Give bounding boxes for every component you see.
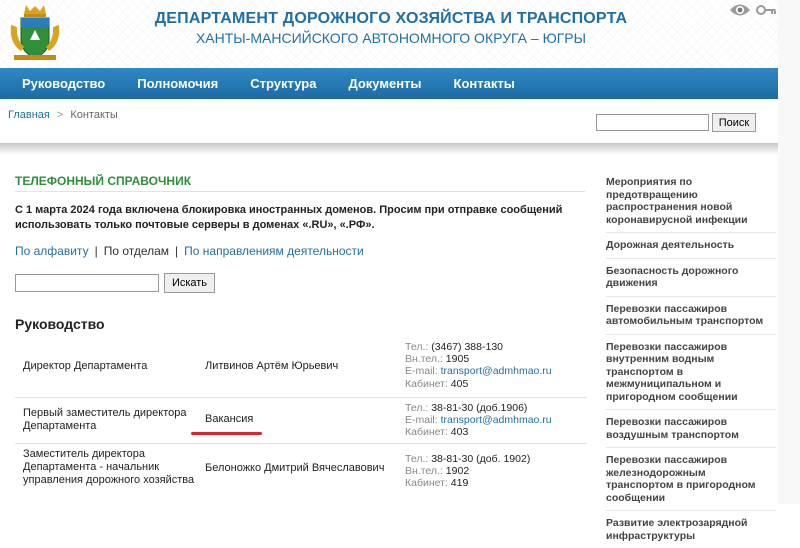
vacancy-underline [191,432,262,435]
site-subtitle: ХАНТЫ-МАНСИЙСКОГО АВТОНОМНОГО ОКРУГА – Ю… [195,30,587,46]
phone-label: Тел.: [405,453,429,465]
breadcrumb-home[interactable]: Главная [8,109,50,121]
row-position: Директор Департамента [23,360,148,372]
tab-directions[interactable]: По направлениям деятельности [184,244,364,258]
nav-item-documents[interactable]: Документы [332,68,437,99]
scrollbar-track[interactable] [778,0,800,504]
header-divider [0,143,778,155]
sidebar-item-ev-charging[interactable]: Развитие электрозарядной инфраструктуры [606,517,776,542]
key-icon[interactable] [756,4,776,16]
sidebar-divider [606,257,776,259]
email-label: E-mail: [405,414,438,427]
sidebar-divider [606,333,776,335]
ext-label: Вн.тел.: [405,465,443,478]
sidebar-item-rail-transport[interactable]: Перевозки пассажиров железнодорожным тра… [606,454,776,504]
sidebar-divider [606,447,776,448]
phonebook-search-input[interactable] [15,274,159,292]
cabinet-label: Кабинет: [405,477,448,490]
notice-text: С 1 марта 2024 года включена блокировка … [15,204,563,231]
phone-label: Тел.: [405,402,429,414]
phonebook-search-button[interactable]: Искать [164,273,215,293]
ext-value: 1905 [445,353,470,366]
tab-separator: | [94,244,98,258]
sidebar-item-water-transport[interactable]: Перевозки пассажиров внутренним водным т… [606,341,776,404]
section-title: ТЕЛЕФОННЫЙ СПРАВОЧНИК [15,174,192,188]
sub-bar: Главная > Контакты Поиск [0,99,778,143]
row-name-vacancy: Вакансия [205,413,254,425]
breadcrumb-current: Контакты [70,109,118,121]
sidebar-item-covid[interactable]: Мероприятия по предотвращению распростра… [606,176,776,226]
row-contacts: Тел.: 38-81-30 (доб. 1902) Вн.тел.: 1902… [405,453,530,490]
row-position: Заместитель директора Департамента - нач… [23,448,195,486]
sidebar: Мероприятия по предотвращению распростра… [606,176,776,548]
ext-value: 1902 [445,465,470,478]
table-row: Заместитель директора Департамента - нач… [15,444,587,504]
sidebar-divider [606,295,776,297]
sidebar-divider [606,510,776,511]
phonebook-section: ТЕЛЕФОННЫЙ СПРАВОЧНИК [15,174,585,188]
view-tabs: По алфавиту | По отделам | По направлениям д… [15,244,364,258]
ext-label: Вн.тел.: [405,353,443,366]
nav-item-contacts[interactable]: Контакты [438,68,531,99]
table-row: Директор Департамента Литвинов Артём Юрь… [15,338,587,398]
nav-item-structure[interactable]: Структура [234,68,332,99]
sidebar-item-auto-transport[interactable]: Перевозки пассажиров автомобильным транс… [606,303,776,328]
table-row: Первый заместитель директора Департамент… [15,398,587,444]
phone-value: 38-81-30 (доб. 1902) [431,453,531,465]
nav-item-leadership[interactable]: Руководство [0,68,121,99]
cabinet-value: 419 [450,477,469,490]
nav-item-powers[interactable]: Полномочия [121,68,234,99]
tab-alphabet[interactable]: По алфавиту [15,244,89,258]
phone-label: Тел.: [405,341,429,353]
site-header: ДЕПАРТАМЕНТ ДОРОЖНОГО ХОЗЯЙСТВА И ТРАНСП… [0,0,800,68]
row-contacts: Тел.: 38-81-30 (доб.1906) E-mail: transp… [405,402,552,439]
phone-value: 38-81-30 (доб.1906) [431,402,528,414]
tab-departments[interactable]: По отделам [104,244,169,258]
breadcrumb: Главная > Контакты [8,109,118,121]
breadcrumb-separator: > [56,109,64,121]
sidebar-item-air-transport[interactable]: Перевозки пассажиров воздушным транспорт… [606,416,776,441]
site-title: ДЕПАРТАМЕНТ ДОРОЖНОГО ХОЗЯЙСТВА И ТРАНСП… [154,10,628,27]
eye-icon[interactable] [729,2,751,18]
site-search-button[interactable]: Поиск [712,113,756,132]
sidebar-item-road-safety[interactable]: Безопасность дорожного движения [606,265,776,290]
site-search-input[interactable] [596,114,709,131]
cabinet-value: 405 [450,377,469,390]
row-contacts: Тел.: (3467) 388-130 Вн.тел.: 1905 E-mai… [405,341,552,390]
phone-value: (3467) 388-130 [431,341,504,353]
email-label: E-mail: [405,365,438,378]
email-link[interactable]: transport@admhmao.ru [441,365,552,377]
row-name: Белоножко Дмитрий Вячеславович [205,462,385,474]
tab-separator: | [175,244,179,258]
cabinet-label: Кабинет: [405,377,448,390]
main-nav: Руководство Полномочия Структура Докумен… [0,68,778,99]
row-name: Литвинов Артём Юрьевич [205,360,339,372]
row-position: Первый заместитель директора Департамент… [23,407,187,432]
section-divider [15,191,585,192]
cabinet-value: 403 [450,426,469,439]
sidebar-item-roads[interactable]: Дорожная деятельность [606,239,776,252]
cabinet-label: Кабинет: [405,426,448,439]
sidebar-divider [606,409,776,410]
group-title: Руководство [15,316,105,332]
sidebar-divider [606,232,776,233]
email-link[interactable]: transport@admhmao.ru [441,414,552,426]
